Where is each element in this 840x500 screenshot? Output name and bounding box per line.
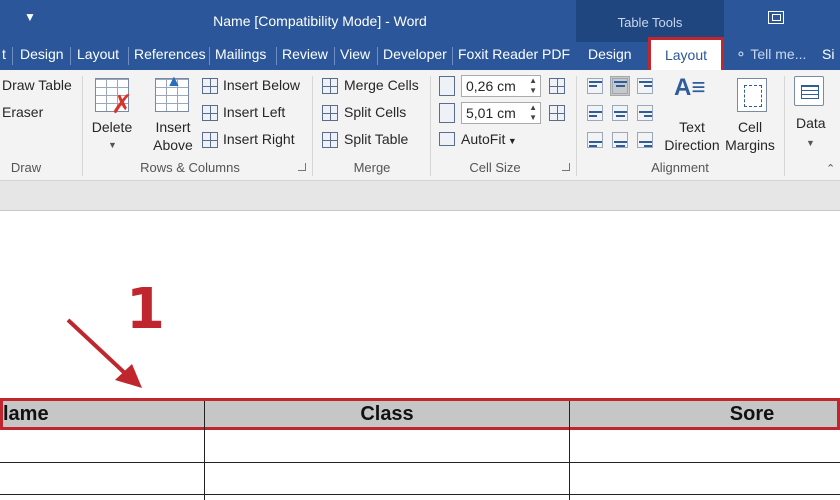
annotation-arrow-icon <box>66 318 142 388</box>
eraser-button[interactable]: Eraser <box>2 104 43 120</box>
lightbulb-icon: ⚬ <box>735 46 751 62</box>
column-width-input[interactable]: 5,01 cm ▲ ▼ <box>461 102 541 124</box>
insert-right-button[interactable]: Insert Right <box>223 131 295 147</box>
merge-cells-button[interactable]: Merge Cells <box>344 77 419 93</box>
ruler-band <box>0 181 840 211</box>
cell-margins-button[interactable]: Cell Margins <box>722 118 778 154</box>
data-button[interactable]: Data <box>796 115 826 131</box>
text-direction-line2: Direction <box>664 137 720 153</box>
align-bottom-center-button[interactable] <box>610 130 630 150</box>
text-direction-icon: A≡ <box>674 74 706 101</box>
window-title: Name [Compatibility Mode] - Word <box>213 13 427 29</box>
group-label-merge: Merge <box>353 160 391 175</box>
group-label-rows-columns: Rows & Columns <box>140 160 240 175</box>
insert-below-button[interactable]: Insert Below <box>223 77 300 93</box>
split-cells-button[interactable]: Split Cells <box>344 104 406 120</box>
row-height-icon <box>439 76 455 96</box>
row-height-value: 0,26 cm <box>466 78 516 94</box>
group-label-cell-size: Cell Size <box>469 160 521 175</box>
table-header-name[interactable]: lame <box>0 398 200 430</box>
insert-below-icon <box>202 78 218 94</box>
autofit-button[interactable]: AutoFit ▼ <box>461 131 517 147</box>
group-separator <box>82 76 83 176</box>
split-table-button[interactable]: Split Table <box>344 131 408 147</box>
split-cells-icon <box>322 105 338 121</box>
cell-margins-line1: Cell <box>737 119 763 135</box>
group-separator <box>576 76 577 176</box>
row-height-input[interactable]: 0,26 cm ▲ ▼ <box>461 75 541 97</box>
autofit-icon <box>439 132 455 146</box>
autofit-dropdown-icon: ▼ <box>505 136 517 146</box>
align-bottom-left-button[interactable] <box>585 130 605 150</box>
tab-file[interactable]: t <box>0 42 12 70</box>
split-table-icon <box>322 132 338 148</box>
tell-me-search[interactable]: ⚬ Tell me... <box>735 46 806 63</box>
delete-button[interactable]: Delete <box>88 118 136 136</box>
cell-margins-icon <box>737 78 767 112</box>
insert-above-line2: Above <box>153 137 193 153</box>
data-dropdown-icon[interactable]: ▼ <box>806 138 815 148</box>
ribbon-display-options-icon[interactable] <box>768 11 784 24</box>
tab-sign-in[interactable]: Si <box>816 42 840 70</box>
group-separator <box>430 76 431 176</box>
column-width-icon <box>439 103 455 123</box>
column-width-spinner-icon[interactable]: ▲ ▼ <box>529 103 537 123</box>
group-separator <box>312 76 313 176</box>
align-bottom-right-button[interactable] <box>635 130 655 150</box>
tab-separator <box>12 47 13 65</box>
data-icon <box>794 76 824 106</box>
align-top-center-button[interactable] <box>610 76 630 96</box>
insert-above-line1: Insert <box>155 119 191 135</box>
tab-table-layout[interactable]: Layout <box>648 37 724 74</box>
row-height-spinner-icon[interactable]: ▲ ▼ <box>529 76 537 96</box>
group-separator <box>784 76 785 176</box>
table-column-divider <box>569 401 570 500</box>
table-tools-label: Table Tools <box>617 15 683 30</box>
insert-above-button[interactable]: Insert Above <box>148 118 198 154</box>
table-column-divider <box>204 401 205 500</box>
table-row-divider <box>0 494 840 495</box>
align-center-button[interactable] <box>610 103 630 123</box>
tab-references[interactable]: References <box>128 42 212 70</box>
text-direction-button[interactable]: Text Direction <box>656 118 728 154</box>
align-top-left-button[interactable] <box>585 76 605 96</box>
table-header-score[interactable]: Sore <box>570 398 840 430</box>
tab-developer[interactable]: Developer <box>377 42 453 70</box>
insert-arrow-icon: ▲ <box>166 73 182 90</box>
ribbon-collapse-icon[interactable]: ⌃ <box>826 162 835 175</box>
align-top-right-button[interactable] <box>635 76 655 96</box>
tab-review[interactable]: Review <box>276 42 334 70</box>
group-label-draw: Draw <box>10 160 42 175</box>
insert-left-icon <box>202 105 218 121</box>
insert-left-button[interactable]: Insert Left <box>223 104 285 120</box>
align-center-left-button[interactable] <box>585 103 605 123</box>
merge-cells-icon <box>322 78 338 94</box>
delete-dropdown-icon[interactable]: ▼ <box>108 140 117 150</box>
tab-table-design[interactable]: Design <box>582 42 638 70</box>
tab-mailings[interactable]: Mailings <box>209 42 272 70</box>
table-header-class[interactable]: Class <box>205 398 569 430</box>
insert-right-icon <box>202 132 218 148</box>
distribute-rows-icon[interactable] <box>549 78 565 94</box>
tab-design[interactable]: Design <box>14 42 70 70</box>
draw-table-button[interactable]: Draw Table <box>2 77 72 93</box>
group-label-alignment: Alignment <box>651 160 709 175</box>
tell-me-label: Tell me... <box>750 46 807 62</box>
tab-view[interactable]: View <box>334 42 376 70</box>
column-width-value: 5,01 cm <box>466 105 516 121</box>
text-direction-line1: Text <box>679 119 705 135</box>
cell-margins-line2: Margins <box>725 137 775 153</box>
autofit-label: AutoFit <box>461 131 506 147</box>
align-center-right-button[interactable] <box>635 103 655 123</box>
delete-x-icon: ✗ <box>111 89 133 119</box>
rows-columns-launcher-icon[interactable] <box>298 163 306 171</box>
table-row-divider <box>0 462 840 463</box>
distribute-columns-icon[interactable] <box>549 105 565 121</box>
cell-size-launcher-icon[interactable] <box>562 163 570 171</box>
tab-layout[interactable]: Layout <box>71 42 125 70</box>
tab-foxit-reader-pdf[interactable]: Foxit Reader PDF <box>452 42 576 70</box>
